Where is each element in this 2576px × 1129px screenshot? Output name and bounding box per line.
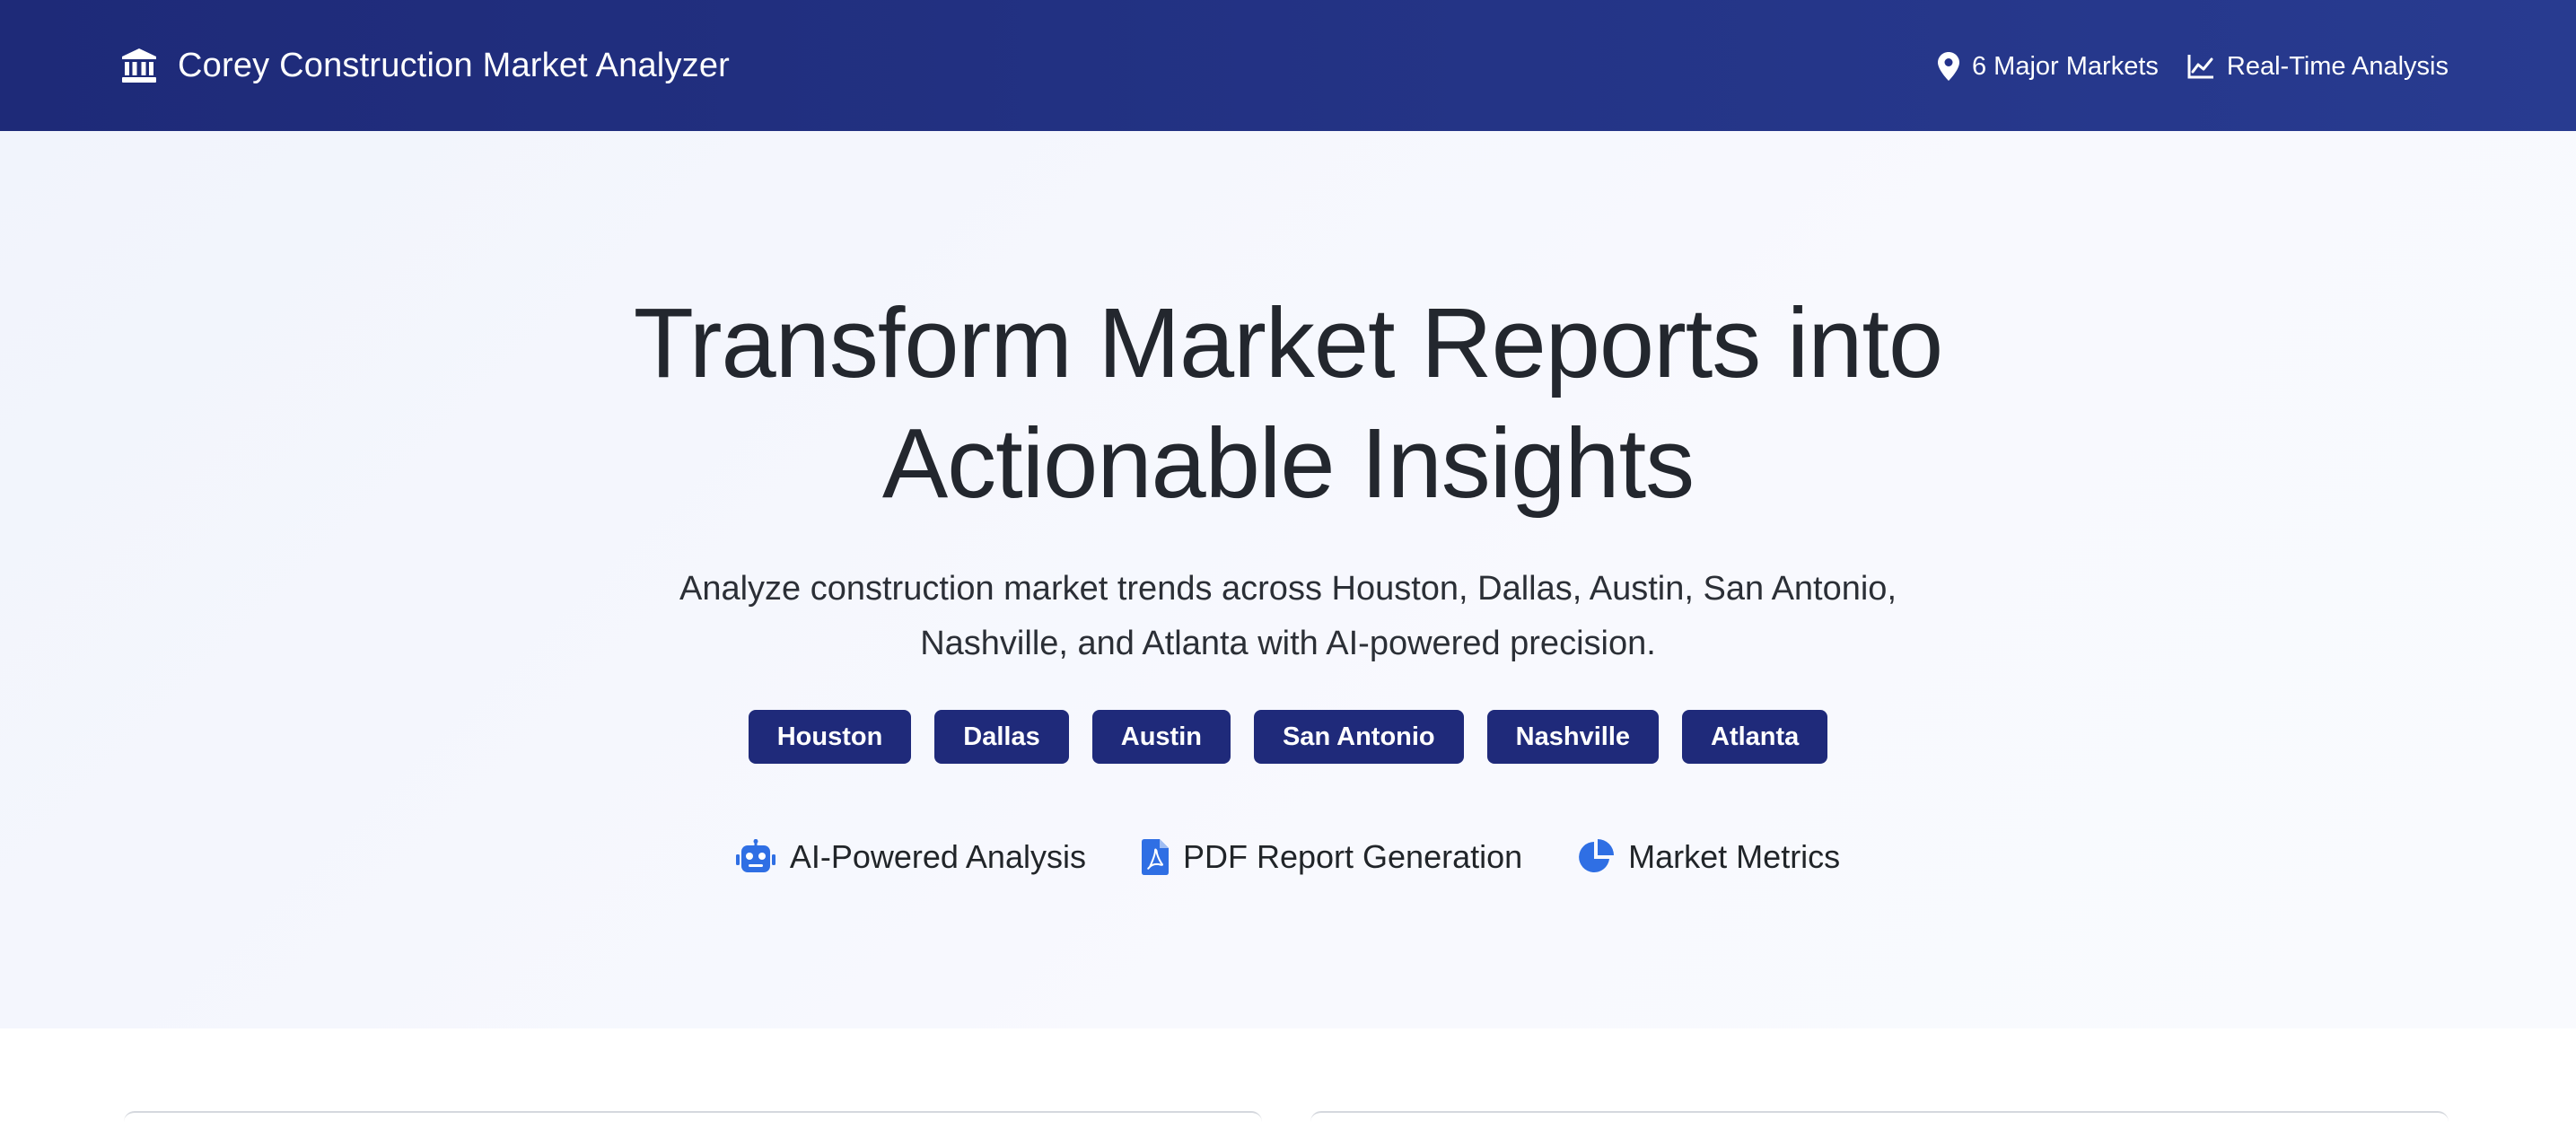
navbar-info: 6 Major Markets Real-Time Analysis [1938,47,2449,86]
feature-list: AI-Powered Analysis PDF Report Generatio… [0,838,2576,876]
hero-subtitle-line-1: Analyze construction market trends acros… [679,570,1897,608]
feature-market-metrics: Market Metrics [1578,838,1840,876]
market-chip-atlanta[interactable]: Atlanta [1682,710,1828,764]
pie-chart-icon [1578,839,1615,875]
market-chip-houston[interactable]: Houston [748,710,912,764]
feature-label: Market Metrics [1628,838,1841,875]
nav-item-label: Real-Time Analysis [2226,51,2449,81]
market-chip-san-antonio[interactable]: San Antonio [1253,710,1464,764]
map-pin-icon [1938,52,1959,81]
content-card-right [1310,1111,2449,1129]
nav-item-markets: 6 Major Markets [1938,52,2159,82]
top-navbar: Corey Construction Market Analyzer 6 Maj… [0,0,2576,131]
bank-icon [120,47,158,84]
robot-icon [735,839,775,875]
hero-section: Transform Market Reports into Actionable… [0,131,2576,1028]
feature-label: AI-Powered Analysis [789,838,1086,875]
pdf-file-icon [1141,839,1169,875]
brand-title: Corey Construction Market Analyzer [178,46,731,84]
line-chart-icon [2187,54,2214,79]
market-chip-nashville[interactable]: Nashville [1486,710,1659,764]
feature-ai-analysis: AI-Powered Analysis [735,838,1086,876]
feature-label: PDF Report Generation [1182,838,1523,875]
feature-pdf-report: PDF Report Generation [1141,838,1523,876]
hero-title-line-1: Transform Market Reports into [633,288,1943,398]
market-chip-dallas[interactable]: Dallas [934,710,1069,764]
market-chips: Houston Dallas Austin San Antonio Nashvi… [0,710,2576,764]
brand-link[interactable]: Corey Construction Market Analyzer [120,41,730,90]
hero-subtitle-line-2: Nashville, and Atlanta with AI-powered p… [920,625,1656,662]
hero-subtitle: Analyze construction market trends acros… [570,562,2006,671]
hero-title: Transform Market Reports into Actionable… [390,284,2186,524]
hero-title-line-2: Actionable Insights [881,408,1695,519]
nav-item-label: 6 Major Markets [1972,51,2159,81]
content-card-left [124,1111,1262,1129]
market-chip-austin[interactable]: Austin [1091,710,1231,764]
nav-item-analysis: Real-Time Analysis [2187,52,2449,82]
